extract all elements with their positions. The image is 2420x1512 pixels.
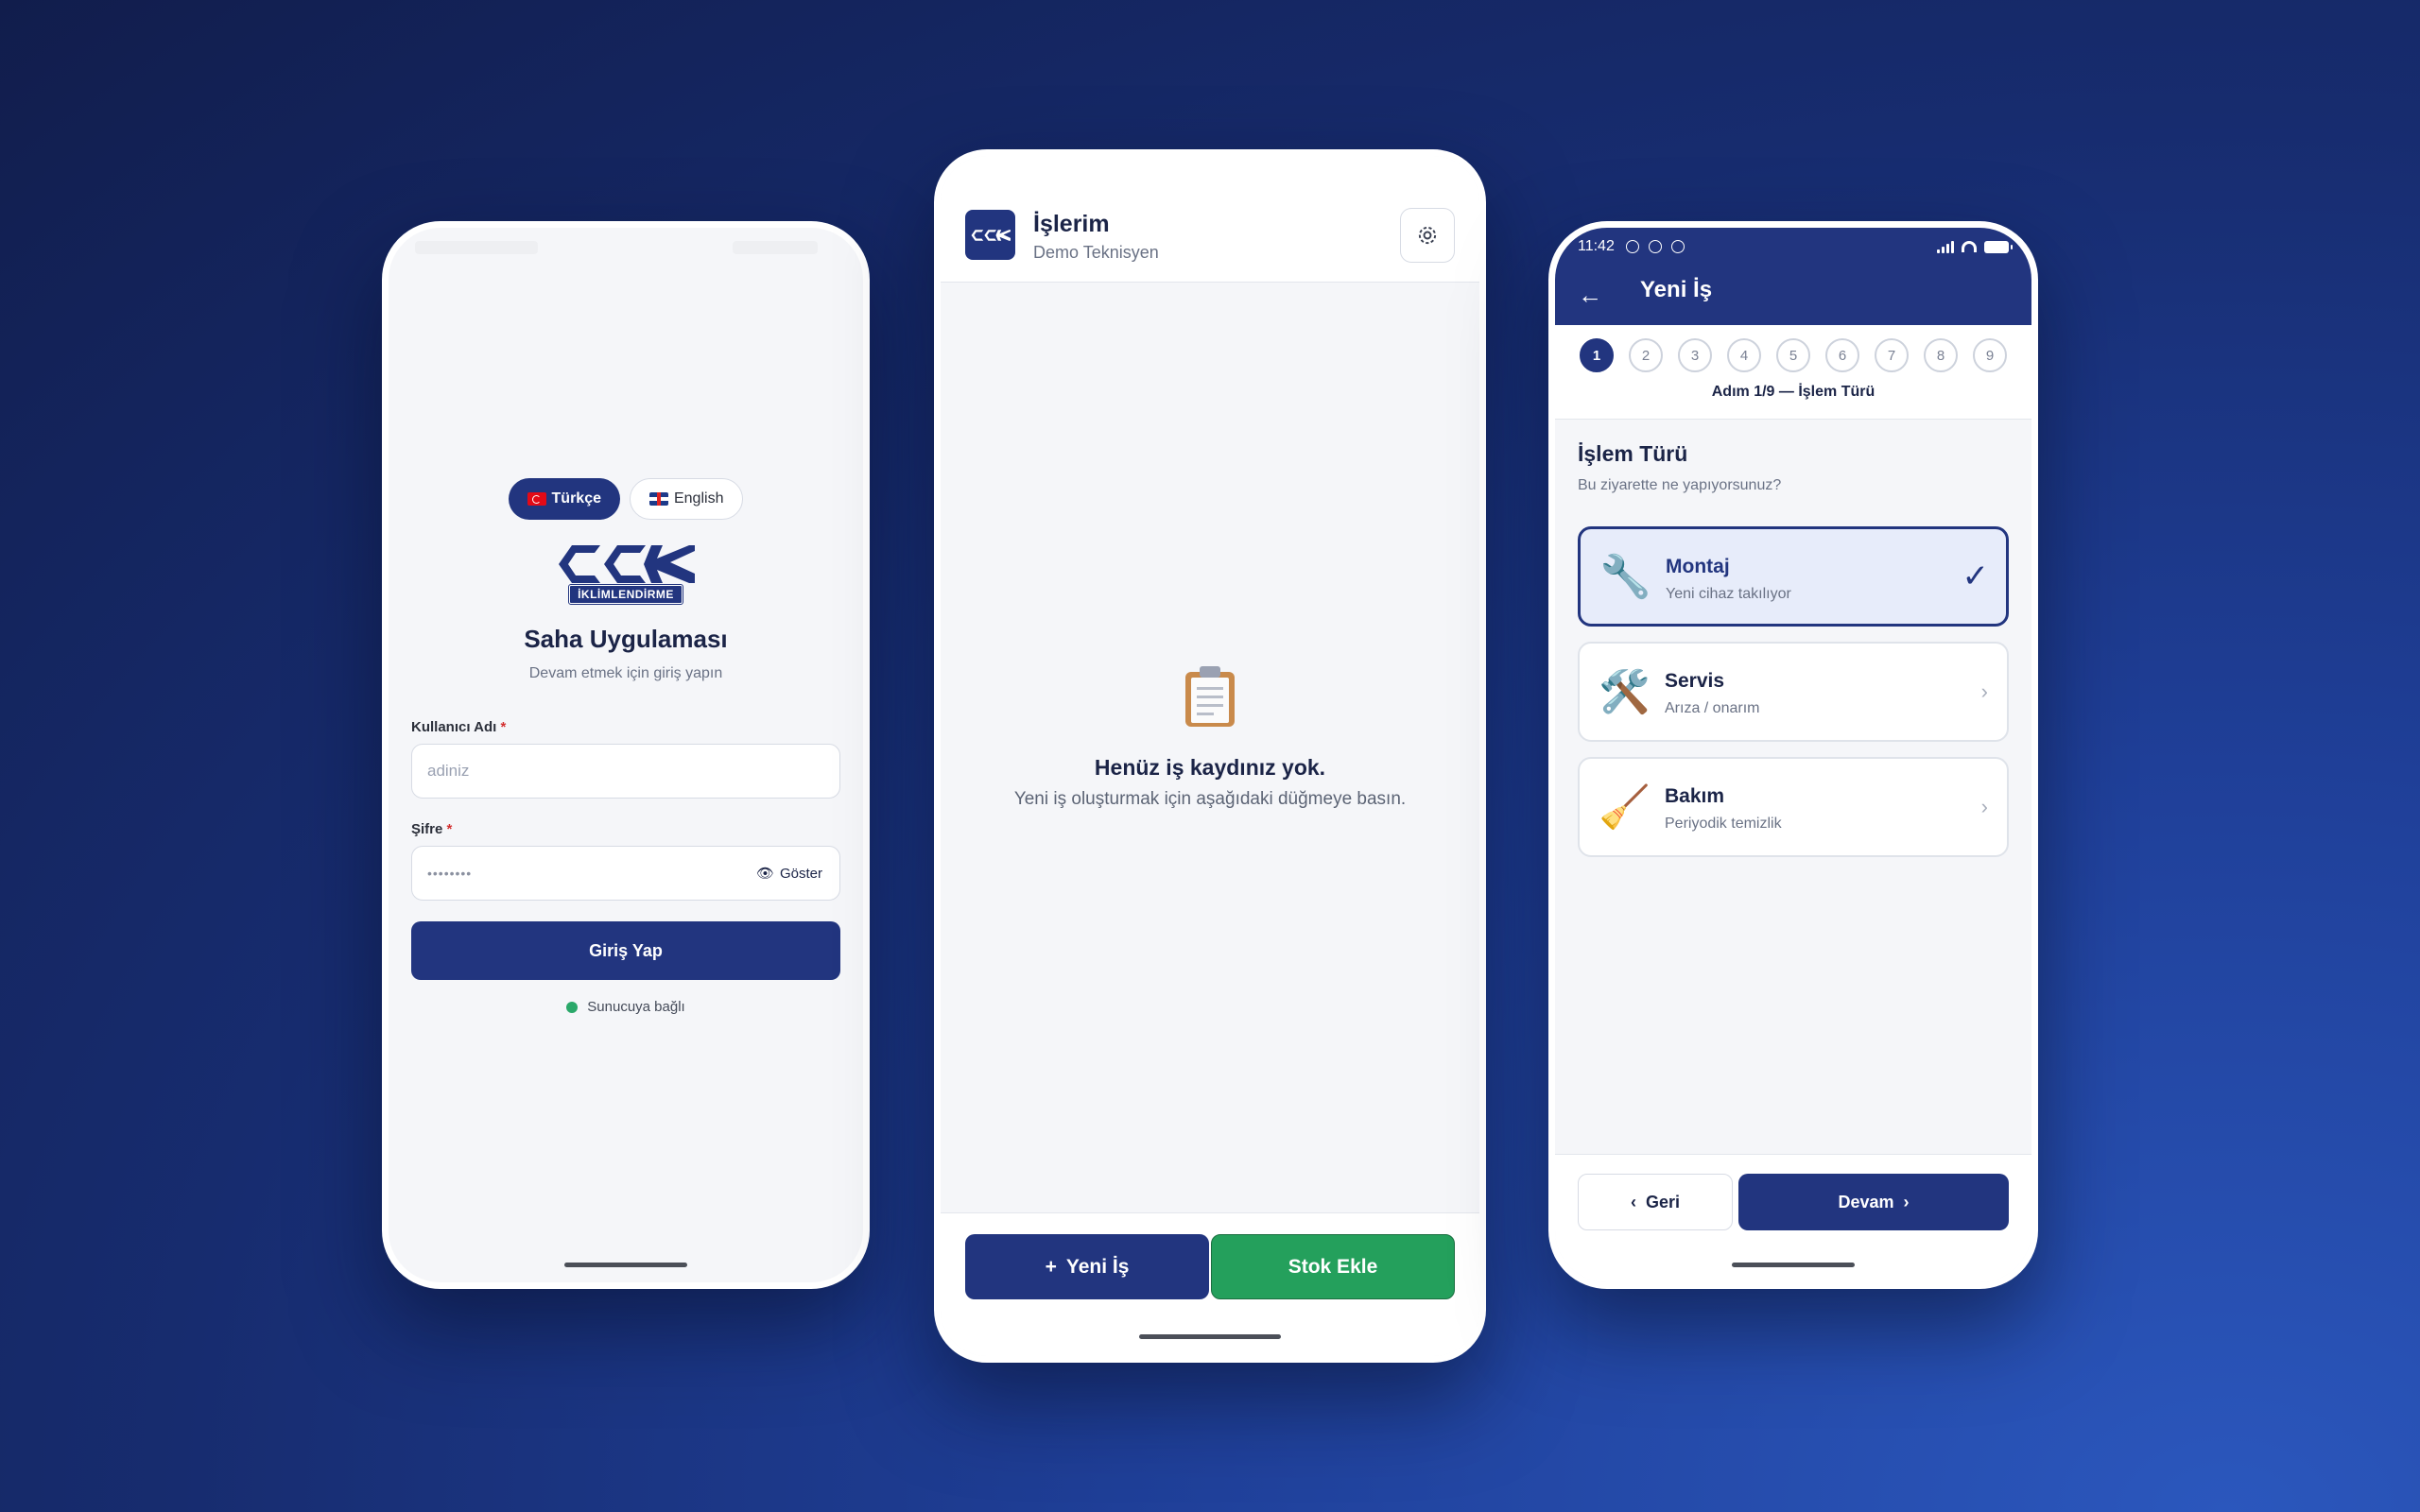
home-indicator xyxy=(564,1263,687,1267)
status-time: 11:42 xyxy=(1578,238,1615,254)
option-bakim[interactable]: 🧹 Bakım Periyodik temizlik › xyxy=(1578,757,2009,857)
wrench-icon: 🔧 xyxy=(1599,554,1651,600)
signal-icon xyxy=(1937,240,1954,253)
settings-status-icon xyxy=(1625,240,1639,253)
section-title: İşlem Türü xyxy=(1578,441,1688,466)
cck-logo-icon xyxy=(559,545,695,583)
status-bar xyxy=(389,237,863,262)
language-switcher: Türkçe English xyxy=(389,478,863,520)
step-1: 1 xyxy=(1580,338,1614,372)
app-logo xyxy=(965,210,1015,260)
password-label-text: Şifre xyxy=(411,821,443,837)
chevron-right-icon: › xyxy=(1980,795,1988,818)
step-5: 5 xyxy=(1776,338,1810,372)
continue-button[interactable]: Devam › xyxy=(1738,1174,2009,1230)
gear-icon xyxy=(1418,226,1437,245)
new-job-button[interactable]: + Yeni İş xyxy=(965,1234,1209,1299)
language-english-button[interactable]: English xyxy=(629,478,744,520)
option-servis[interactable]: 🛠️ Servis Arıza / onarım › xyxy=(1578,642,2009,742)
home-indicator xyxy=(1139,1334,1281,1339)
section-subtitle: Bu ziyarette ne yapıyorsunuz? xyxy=(1578,477,1782,493)
clipboard-icon xyxy=(941,664,1479,729)
password-input[interactable]: •••••••• 👁 Göster xyxy=(411,846,840,901)
connection-status-text: Sunucuya bağlı xyxy=(587,999,685,1015)
password-label: Şifre * xyxy=(411,821,452,837)
page-title: İşlerim xyxy=(1033,211,1110,237)
step-6: 6 xyxy=(1825,338,1859,372)
required-mark: * xyxy=(446,821,453,837)
option-description: Arıza / onarım xyxy=(1665,700,1760,716)
settings-button[interactable] xyxy=(1400,208,1455,263)
uk-flag-icon xyxy=(648,492,668,506)
logo-subtitle: İKLİMLENDİRME xyxy=(568,584,683,605)
eye-icon: 👁 xyxy=(755,866,774,882)
home-indicator xyxy=(1732,1263,1855,1267)
username-label-text: Kullanıcı Adı xyxy=(411,719,497,735)
password-value: •••••••• xyxy=(427,866,473,881)
step-label: Adım 1/9 — İşlem Türü xyxy=(1711,384,1876,400)
step-indicator: 1 2 3 4 5 6 7 8 9 Adım 1/9 — İşlem Türü xyxy=(1555,325,2031,420)
required-mark: * xyxy=(500,719,507,735)
language-label: Türkçe xyxy=(551,490,601,507)
option-description: Yeni cihaz takılıyor xyxy=(1666,586,1791,602)
chevron-right-icon: › xyxy=(1903,1192,1910,1211)
hammer-wrench-icon: 🛠️ xyxy=(1599,669,1651,715)
option-montaj[interactable]: 🔧 Montaj Yeni cihaz takılıyor ✓ xyxy=(1578,526,2009,627)
wizard-phone: 11:42 ← Yeni İş 1 2 3 4 5 6 7 8 9 Adım 1… xyxy=(1548,221,2038,1289)
login-phone: Türkçe English İKLİMLENDİRME Saha Uygula… xyxy=(382,221,870,1289)
connection-status: Sunucuya bağlı xyxy=(389,999,863,1015)
language-label: English xyxy=(673,490,724,507)
user-name: Demo Teknisyen xyxy=(1033,243,1159,262)
option-description: Periyodik temizlik xyxy=(1665,816,1782,832)
username-input[interactable]: adiniz xyxy=(411,744,840,799)
back-button[interactable]: ‹ Geri xyxy=(1578,1174,1733,1230)
chevron-left-icon: ‹ xyxy=(1630,1192,1636,1211)
status-bar: 11:42 xyxy=(1578,235,2013,258)
username-placeholder: adiniz xyxy=(427,762,470,780)
empty-state-title: Henüz iş kaydınız yok. xyxy=(1094,755,1326,780)
shield-status-icon xyxy=(1670,240,1685,253)
checkmark-icon: ✓ xyxy=(1962,558,1990,594)
show-password-button[interactable]: 👁 Göster xyxy=(755,865,822,883)
page-title: Yeni İş xyxy=(1640,277,1713,302)
app-title: Saha Uygulaması xyxy=(524,625,728,653)
wizard-header: 11:42 ← Yeni İş xyxy=(1555,228,2031,325)
wizard-footer: ‹ Geri Devam › xyxy=(1555,1154,2031,1282)
step-8: 8 xyxy=(1924,338,1958,372)
option-name: Bakım xyxy=(1665,785,1725,807)
battery-icon xyxy=(1984,240,2013,253)
show-password-label: Göster xyxy=(779,865,822,882)
chevron-right-icon: › xyxy=(1980,679,1988,703)
step-4: 4 xyxy=(1727,338,1761,372)
cck-logo-icon xyxy=(971,229,1011,241)
broom-icon: 🧹 xyxy=(1599,784,1651,831)
company-logo: İKLİMLENDİRME xyxy=(389,545,863,605)
turkey-flag-icon xyxy=(527,492,546,506)
back-arrow-icon[interactable]: ← xyxy=(1578,281,1602,310)
new-job-label: Yeni İş xyxy=(1065,1255,1130,1278)
step-7: 7 xyxy=(1875,338,1909,372)
empty-state-subtitle: Yeni iş oluşturmak için aşağıdaki düğmey… xyxy=(1013,789,1407,809)
add-stock-button[interactable]: Stok Ekle xyxy=(1211,1234,1455,1299)
back-button-label: Geri xyxy=(1645,1192,1681,1211)
info-status-icon xyxy=(1648,240,1662,253)
continue-button-label: Devam xyxy=(1838,1192,1894,1211)
option-name: Servis xyxy=(1665,670,1725,692)
username-label: Kullanıcı Adı * xyxy=(411,719,506,735)
language-turkish-button[interactable]: Türkçe xyxy=(508,478,620,520)
step-9: 9 xyxy=(1973,338,2007,372)
app-subtitle: Devam etmek için giriş yapın xyxy=(528,665,723,681)
step-list: 1 2 3 4 5 6 7 8 9 xyxy=(1580,338,2007,372)
jobs-footer: + Yeni İş Stok Ekle xyxy=(941,1212,1479,1356)
option-name: Montaj xyxy=(1666,556,1730,577)
plus-icon: + xyxy=(1045,1255,1057,1278)
jobs-header: İşlerim Demo Teknisyen xyxy=(941,156,1479,283)
wifi-icon xyxy=(1962,241,1977,252)
status-dot-icon xyxy=(566,1001,579,1013)
jobs-phone: İşlerim Demo Teknisyen Henüz iş kaydınız… xyxy=(934,149,1486,1363)
step-2: 2 xyxy=(1629,338,1663,372)
login-button[interactable]: Giriş Yap xyxy=(411,921,840,980)
step-3: 3 xyxy=(1678,338,1712,372)
